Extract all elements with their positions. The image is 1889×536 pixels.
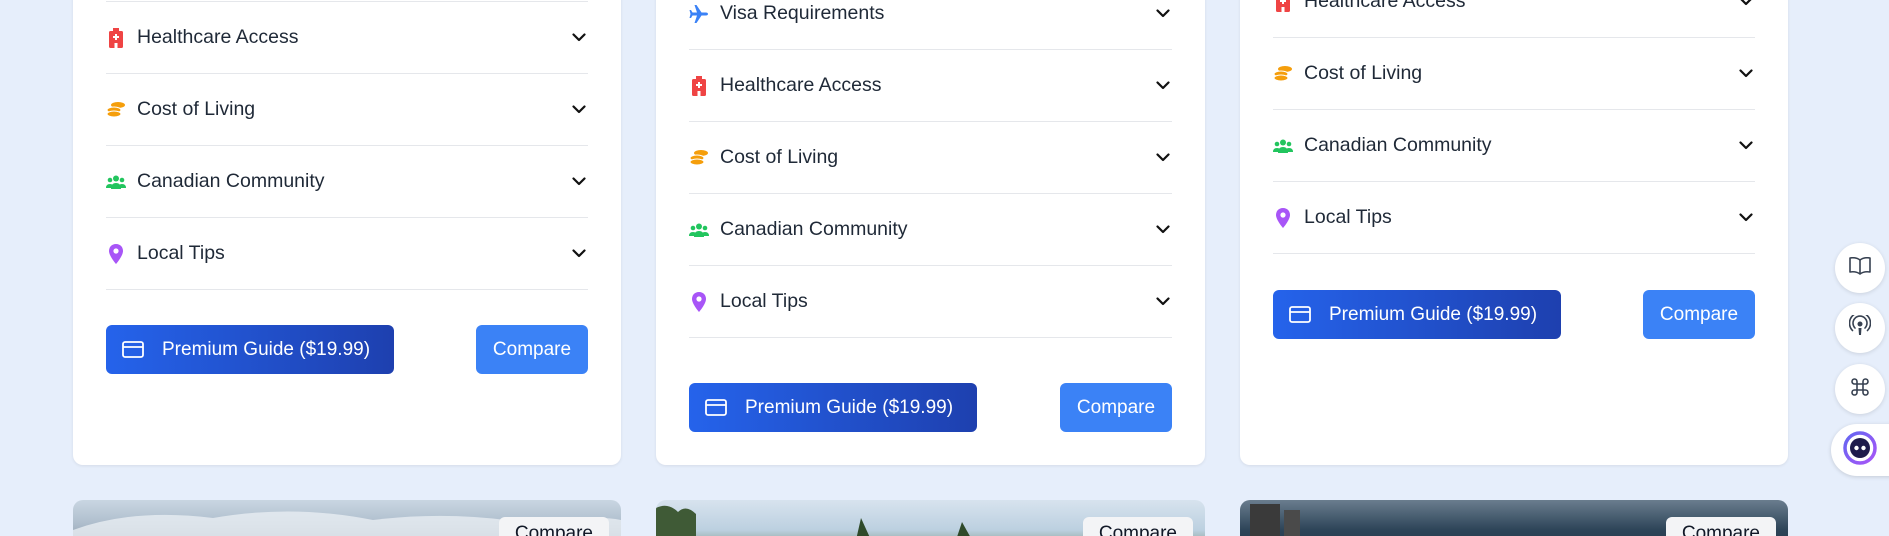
compare-button[interactable]: Compare: [498, 517, 609, 536]
hospital-icon: [106, 27, 126, 48]
credit-card-icon: [705, 399, 727, 416]
accordion-item-local-tips[interactable]: Local Tips: [1273, 182, 1755, 254]
map-pin-icon: [1273, 207, 1293, 228]
premium-guide-button[interactable]: Premium Guide ($19.99): [106, 325, 394, 374]
accordion-label: Healthcare Access: [1304, 0, 1466, 12]
accordion-label: Canadian Community: [1304, 134, 1492, 156]
coins-icon: [689, 148, 709, 168]
accordion-item-canadian-community[interactable]: Canadian Community: [689, 194, 1172, 266]
assistant-button[interactable]: [1831, 424, 1889, 476]
chevron-down-icon: [1154, 221, 1172, 239]
accordion-label: Local Tips: [1304, 206, 1392, 228]
podcast-icon: [1848, 311, 1872, 342]
chevron-down-icon: [1154, 77, 1172, 95]
compare-button[interactable]: Compare: [1665, 517, 1776, 536]
compare-button[interactable]: Compare: [1643, 290, 1755, 339]
plane-icon: [689, 4, 709, 24]
chevron-down-icon: [570, 101, 588, 119]
map-pin-icon: [689, 291, 709, 312]
compare-button[interactable]: Compare: [476, 325, 588, 374]
compare-button[interactable]: Compare: [1060, 383, 1172, 432]
destination-card-1: Healthcare Access Cost of Living Canadia…: [73, 0, 621, 465]
chevron-down-icon: [570, 245, 588, 263]
accordion-item-canadian-community[interactable]: Canadian Community: [106, 146, 588, 218]
accordion-label: Cost of Living: [720, 146, 839, 168]
accordion-item-cost-of-living[interactable]: Cost of Living: [689, 122, 1172, 194]
accordion-label: Local Tips: [137, 242, 225, 264]
destination-photo-card-3[interactable]: Compare: [1240, 500, 1788, 536]
credit-card-icon: [122, 341, 144, 358]
destination-card-3: Healthcare Access Cost of Living Canadia…: [1240, 0, 1788, 465]
premium-guide-label: Premium Guide ($19.99): [162, 338, 371, 360]
accordion-item-canadian-community[interactable]: Canadian Community: [1273, 110, 1755, 182]
chevron-down-icon: [1154, 5, 1172, 23]
chevron-down-icon: [1154, 149, 1172, 167]
chevron-down-icon: [1737, 137, 1755, 155]
accordion-label: Canadian Community: [720, 218, 908, 240]
chevron-down-icon: [570, 173, 588, 191]
accordion-item-healthcare[interactable]: Healthcare Access: [689, 50, 1172, 122]
credit-card-icon: [1289, 306, 1311, 323]
shortcuts-button[interactable]: [1835, 364, 1885, 414]
chevron-down-icon: [570, 29, 588, 47]
chevron-down-icon: [1737, 0, 1755, 11]
accordion-item-cost-of-living[interactable]: Cost of Living: [1273, 38, 1755, 110]
accordion-label: Cost of Living: [1304, 62, 1423, 84]
accordion-label: Cost of Living: [137, 98, 256, 120]
chevron-down-icon: [1737, 65, 1755, 83]
coins-icon: [1273, 64, 1293, 84]
premium-guide-label: Premium Guide ($19.99): [1329, 303, 1538, 325]
premium-guide-button[interactable]: Premium Guide ($19.99): [1273, 290, 1561, 339]
premium-guide-button[interactable]: Premium Guide ($19.99): [689, 383, 977, 432]
accordion-label: Canadian Community: [137, 170, 325, 192]
accordion-label: Healthcare Access: [137, 26, 299, 48]
accordion-item-healthcare[interactable]: Healthcare Access: [106, 2, 588, 74]
accordion-label: Healthcare Access: [720, 74, 882, 96]
command-icon: [1850, 377, 1870, 402]
chevron-down-icon: [1737, 209, 1755, 227]
users-icon: [106, 172, 126, 192]
accordion-item-healthcare[interactable]: Healthcare Access: [1273, 0, 1755, 38]
chevron-down-icon: [1154, 293, 1172, 311]
accordion-item-local-tips[interactable]: Local Tips: [106, 218, 588, 290]
destination-card-2: Visa Requirements Healthcare Access Cost…: [656, 0, 1205, 465]
premium-guide-label: Premium Guide ($19.99): [745, 396, 954, 418]
accordion-item-local-tips[interactable]: Local Tips: [689, 266, 1172, 338]
assistant-icon: [1843, 430, 1877, 470]
map-pin-icon: [106, 243, 126, 264]
accordion-item-cost-of-living[interactable]: Cost of Living: [106, 74, 588, 146]
coins-icon: [106, 100, 126, 120]
users-icon: [689, 220, 709, 240]
hospital-icon: [1273, 0, 1293, 12]
hospital-icon: [689, 75, 709, 96]
accordion-label: Visa Requirements: [720, 2, 885, 24]
users-icon: [1273, 136, 1293, 156]
accordion-label: Local Tips: [720, 290, 808, 312]
book-icon: [1849, 256, 1871, 280]
podcast-button[interactable]: [1835, 303, 1885, 353]
destination-photo-card-2[interactable]: Compare: [656, 500, 1205, 536]
reader-mode-button[interactable]: [1835, 243, 1885, 293]
compare-button[interactable]: Compare: [1082, 517, 1193, 536]
accordion-item-visa[interactable]: Visa Requirements: [689, 0, 1172, 50]
destination-photo-card-1[interactable]: Compare: [73, 500, 621, 536]
